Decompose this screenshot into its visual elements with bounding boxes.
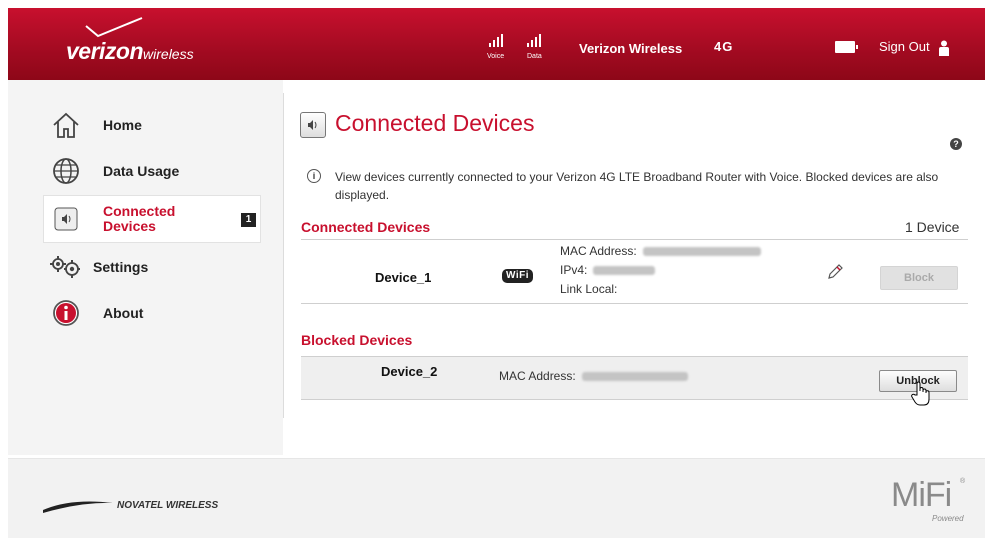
gears-icon — [49, 250, 83, 284]
sign-out-link[interactable]: Sign Out — [879, 39, 950, 56]
edit-pencil-icon[interactable] — [827, 264, 843, 285]
sidebar-divider — [283, 93, 284, 418]
sidebar-item-label: Connected Devices — [103, 203, 176, 234]
sidebar-item-home[interactable]: Home — [44, 102, 260, 148]
connected-devices-icon — [300, 112, 326, 138]
mac-address-value — [581, 372, 688, 382]
app-frame: verizonwireless Voice Data Verizon Wirel… — [8, 8, 985, 538]
mac-address-value — [642, 247, 761, 257]
voice-signal-label: Voice — [487, 53, 505, 60]
network-type: 4G — [714, 39, 734, 54]
sidebar-item-settings[interactable]: Settings — [44, 244, 260, 290]
footer — [8, 458, 985, 538]
novatel-logo: NOVATEL WIRELESS — [41, 500, 218, 519]
sidebar-item-data-usage[interactable]: Data Usage — [44, 148, 260, 194]
brand-sub-text: wireless — [143, 46, 194, 62]
device-count-badge: 1 — [241, 213, 256, 227]
sidebar-item-label: About — [103, 305, 144, 321]
voice-signal: Voice — [487, 34, 504, 60]
user-icon — [939, 40, 950, 56]
connected-section-title: Connected Devices — [301, 219, 431, 235]
ipv4-value — [593, 266, 656, 276]
row-divider — [301, 303, 968, 304]
ipv4-row: IPv4: — [560, 263, 656, 277]
block-button[interactable]: Block — [880, 266, 958, 290]
ipv4-label: IPv4: — [560, 263, 588, 277]
speaker-icon — [49, 202, 83, 236]
mac-address-row: MAC Address: — [560, 244, 761, 258]
section-divider — [301, 239, 968, 240]
device-name: Device_2 — [381, 364, 438, 379]
help-icon[interactable]: ? — [950, 138, 962, 150]
globe-icon — [49, 154, 83, 188]
header-bar: verizonwireless Voice Data Verizon Wirel… — [8, 8, 985, 80]
info-note-icon: i — [307, 169, 321, 183]
mac-address-label: MAC Address: — [499, 369, 576, 383]
verizon-logo[interactable]: verizonwireless — [66, 17, 194, 65]
home-icon — [49, 108, 83, 142]
link-local-label: Link Local: — [560, 282, 618, 296]
hand-cursor-icon — [911, 381, 930, 406]
blocked-section-title: Blocked Devices — [301, 332, 413, 348]
carrier-name: Verizon Wireless — [579, 41, 683, 56]
sidebar-item-label: Settings — [93, 259, 149, 275]
info-icon — [49, 296, 83, 330]
data-signal-label: Data — [527, 53, 542, 60]
sidebar-item-label: Data Usage — [103, 163, 180, 179]
link-local-row: Link Local: — [560, 282, 617, 296]
mifi-powered-text: Powered — [932, 514, 964, 523]
data-signal: Data — [527, 34, 542, 60]
mac-address-label: MAC Address: — [560, 244, 637, 258]
info-text: View devices currently connected to your… — [335, 170, 939, 202]
battery-icon — [835, 41, 858, 53]
sidebar-item-connected-devices[interactable]: Connected Devices 1 — [44, 196, 260, 242]
sidebar-nav: Home Data Usage Connected Devices 1 Setti… — [44, 102, 260, 336]
device-count: 1 Device — [905, 219, 960, 235]
sign-out-label: Sign Out — [879, 39, 930, 54]
wifi-icon: WiFi — [502, 269, 534, 283]
mac-address-row: MAC Address: — [499, 369, 688, 383]
data-signal-icon — [527, 34, 542, 47]
voice-signal-icon — [488, 34, 503, 47]
registered-mark: ® — [960, 478, 966, 485]
novatel-text: NOVATEL WIRELESS — [117, 500, 219, 511]
device-name: Device_1 — [375, 270, 432, 285]
sidebar-item-label: Home — [103, 117, 142, 133]
novatel-swoosh-icon — [43, 501, 113, 513]
mifi-logo: MiFi — [891, 476, 952, 514]
logo-check-icon — [85, 17, 143, 38]
brand-main-text: verizon — [66, 38, 144, 64]
page-title: Connected Devices — [335, 110, 535, 136]
sidebar-item-about[interactable]: About — [44, 290, 260, 336]
